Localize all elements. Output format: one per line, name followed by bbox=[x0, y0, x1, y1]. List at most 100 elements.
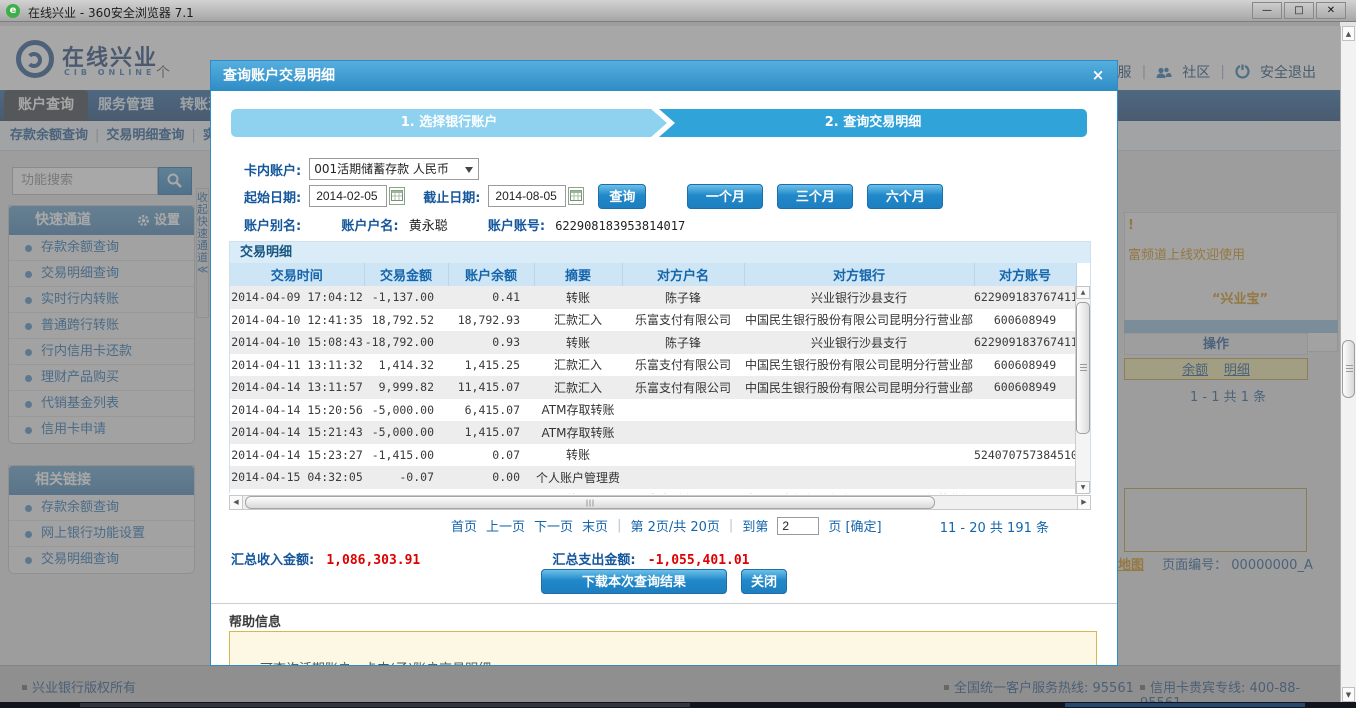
window-close-button[interactable]: ✕ bbox=[1316, 2, 1346, 19]
income-label: 汇总收入金额: bbox=[231, 553, 315, 568]
prev-page-link[interactable]: 上一页 bbox=[486, 516, 525, 535]
thumb-grip bbox=[585, 499, 594, 506]
scrollbar-thumb[interactable] bbox=[1342, 340, 1355, 398]
end-calendar-icon[interactable] bbox=[568, 187, 585, 205]
table-cell: 1,414.00 bbox=[364, 489, 448, 494]
account-label: 卡内账户: bbox=[244, 163, 302, 179]
dialog-actions: 下载本次查询结果 关闭 bbox=[211, 569, 1117, 594]
one-month-button[interactable]: 一个月 bbox=[687, 183, 764, 209]
column-header: 交易金额 bbox=[364, 263, 449, 286]
table-scrollbar-thumb[interactable] bbox=[1076, 302, 1090, 434]
end-date-input[interactable] bbox=[488, 185, 567, 207]
table-cell: -5,000.00 bbox=[371, 425, 434, 440]
goto-confirm-link[interactable]: 页 [确定] bbox=[828, 516, 881, 535]
table-cell: 1,415.07 bbox=[464, 425, 520, 440]
table-cell: 524070757384510 bbox=[974, 447, 1076, 462]
account-select[interactable]: 001活期储蓄存款 人民币 bbox=[309, 158, 480, 180]
goto-label: 到第 bbox=[742, 520, 769, 535]
table-row[interactable]: 2014-04-14 13:11:57 9,999.82 11,415.07 汇款汇入… bbox=[230, 376, 1076, 399]
holder-name-value: 黄永聪 bbox=[408, 219, 448, 234]
table-cell: 2014-04-14 15:23:27 bbox=[231, 447, 363, 462]
table-row[interactable]: 2014-04-09 17:04:12 -1,137.00 0.41 转账 陈子锋 兴业银… bbox=[230, 286, 1076, 309]
table-cell: 中国民生银行股份有限公司昆明分行营业部 bbox=[744, 313, 973, 328]
column-header: 交易时间 bbox=[230, 263, 365, 286]
scroll-up-arrow[interactable]: ▲ bbox=[1342, 26, 1355, 41]
chevron-down-icon bbox=[465, 167, 474, 177]
transaction-table: 交易明细 交易时间 交易金额 账户余额 摘要 对方户名 对方银行 对方账号 2014-04-… bbox=[229, 241, 1091, 494]
table-row[interactable]: 2014-04-15 04:32:05 -0.07 0.00 个人账户管理费 bbox=[230, 466, 1076, 489]
taskbar-sliver bbox=[0, 702, 1356, 708]
table-cell: 18,792.52 bbox=[371, 312, 434, 327]
table-row[interactable]: 2014-04-15 13:11:401,414.001,414.00汇款汇入乐… bbox=[230, 488, 1076, 494]
table-cell bbox=[622, 421, 744, 444]
browser-titlebar: e 在线兴业 - 360安全浏览器 7.1 — □ ✕ bbox=[0, 0, 1356, 22]
table-cell: 18,792.93 bbox=[457, 312, 520, 327]
help-section-title: 帮助信息 bbox=[229, 615, 282, 630]
table-cell: -5,000.00 bbox=[371, 402, 434, 417]
dialog-close-icon[interactable]: × bbox=[1089, 66, 1107, 84]
table-vertical-scrollbar[interactable]: ▲ ▼ bbox=[1075, 286, 1090, 494]
table-cell: 2014-04-14 13:11:57 bbox=[231, 380, 363, 395]
end-date-label: 截止日期: bbox=[423, 190, 481, 206]
table-cell: 兴业银行沙县支行 bbox=[810, 335, 907, 350]
start-date-label: 起始日期: bbox=[244, 190, 302, 206]
table-cell: 乐富支付有限公司 bbox=[634, 358, 731, 373]
table-cell: 乐富支付有限公司 bbox=[634, 313, 731, 328]
table-horizontal-scrollbar[interactable]: ◀ ▶ bbox=[229, 495, 1091, 510]
six-month-button[interactable]: 六个月 bbox=[867, 183, 944, 209]
query-button[interactable]: 查询 bbox=[598, 183, 647, 209]
goto-page-input[interactable] bbox=[777, 516, 820, 535]
start-calendar-icon[interactable] bbox=[389, 187, 406, 205]
table-row[interactable]: 2014-04-11 13:11:32 1,414.32 1,415.25 汇款汇入 乐… bbox=[230, 353, 1076, 376]
scroll-down-arrow[interactable]: ▼ bbox=[1342, 687, 1355, 702]
table-cell: 0.93 bbox=[492, 335, 520, 350]
table-cell: 11,415.07 bbox=[457, 380, 520, 395]
column-header: 账户余额 bbox=[448, 263, 535, 286]
browser-scrollbar[interactable]: ▲ ▼ bbox=[1340, 26, 1356, 702]
next-page-link[interactable]: 下一页 bbox=[534, 516, 573, 535]
first-page-link[interactable]: 首页 bbox=[451, 516, 477, 535]
table-cell: 2014-04-15 13:11:40 bbox=[230, 489, 364, 494]
table-cell bbox=[744, 466, 974, 489]
transaction-query-dialog: 查询账户交易明细 × 1. 选择银行账户 2. 查询交易明细 卡内账户: 001… bbox=[210, 60, 1118, 666]
start-date-input[interactable] bbox=[309, 185, 388, 207]
account-number-value: 622908183953814017 bbox=[555, 219, 686, 233]
table-cell: 600608949 bbox=[993, 380, 1057, 395]
date-form-row: 起始日期: 截止日期: 查询 一个月 三个月 六个月 bbox=[244, 183, 944, 209]
table-row[interactable]: 2014-04-14 15:20:56 -5,000.00 6,415.07 ATM存… bbox=[230, 398, 1076, 421]
browser-title: 在线兴业 - 360安全浏览器 7.1 bbox=[28, 6, 194, 20]
table-cell: 2014-04-11 13:11:32 bbox=[231, 357, 363, 372]
table-cell: 1,414.00 bbox=[448, 489, 534, 494]
table-row[interactable]: 2014-04-10 12:41:35 18,792.52 18,792.93 汇款汇… bbox=[230, 308, 1076, 331]
table-cell: 转账 bbox=[565, 448, 590, 463]
table-cell: ATM存取转账 bbox=[541, 403, 615, 418]
window-minimize-button[interactable]: — bbox=[1252, 2, 1282, 19]
expense-value: -1,055,401.01 bbox=[647, 553, 750, 568]
last-page-link[interactable]: 末页 bbox=[582, 516, 608, 535]
taskbar-segment bbox=[1065, 703, 1305, 707]
table-cell: 1,414.32 bbox=[378, 357, 434, 372]
table-cell: 陈子锋 bbox=[664, 290, 701, 305]
table-cell: 2014-04-15 04:32:05 bbox=[231, 470, 363, 485]
table-cell: 陈子锋 bbox=[664, 335, 701, 350]
table-section-title: 交易明细 bbox=[230, 242, 1090, 263]
dialog-close-button[interactable]: 关闭 bbox=[741, 569, 787, 594]
step-1-select-account: 1. 选择银行账户 bbox=[231, 109, 667, 137]
three-month-button[interactable]: 三个月 bbox=[777, 183, 854, 209]
table-row[interactable]: 2014-04-14 15:21:43 -5,000.00 1,415.07 ATM存… bbox=[230, 421, 1076, 444]
table-scroll-down-arrow[interactable]: ▼ bbox=[1076, 481, 1090, 494]
account-form-row: 卡内账户: 001活期储蓄存款 人民币 bbox=[244, 157, 480, 181]
h-scrollbar-thumb[interactable] bbox=[245, 496, 935, 509]
step-2-query-detail: 2. 查询交易明细 bbox=[659, 109, 1087, 137]
table-scroll-right-arrow[interactable]: ▶ bbox=[1077, 496, 1090, 509]
table-rows-viewport: 2014-04-09 17:04:12 -1,137.00 0.41 转账 陈子锋 兴业银… bbox=[230, 286, 1076, 494]
table-row[interactable]: 2014-04-14 15:23:27 -1,415.00 0.07 转账 524070… bbox=[230, 443, 1076, 466]
download-results-button[interactable]: 下载本次查询结果 bbox=[541, 569, 727, 594]
table-scroll-up-arrow[interactable]: ▲ bbox=[1076, 286, 1090, 299]
table-scroll-left-arrow[interactable]: ◀ bbox=[230, 496, 243, 509]
window-maximize-button[interactable]: □ bbox=[1284, 2, 1314, 19]
account-number-label: 账户账号: bbox=[487, 219, 546, 234]
table-row[interactable]: 2014-04-10 15:08:43 -18,792.00 0.93 转账 陈子锋 兴业… bbox=[230, 331, 1076, 354]
account-info-row: 账户别名: 账户户名: 黄永聪 账户账号: 622908183953814017 bbox=[244, 215, 685, 234]
table-cell bbox=[744, 421, 974, 444]
